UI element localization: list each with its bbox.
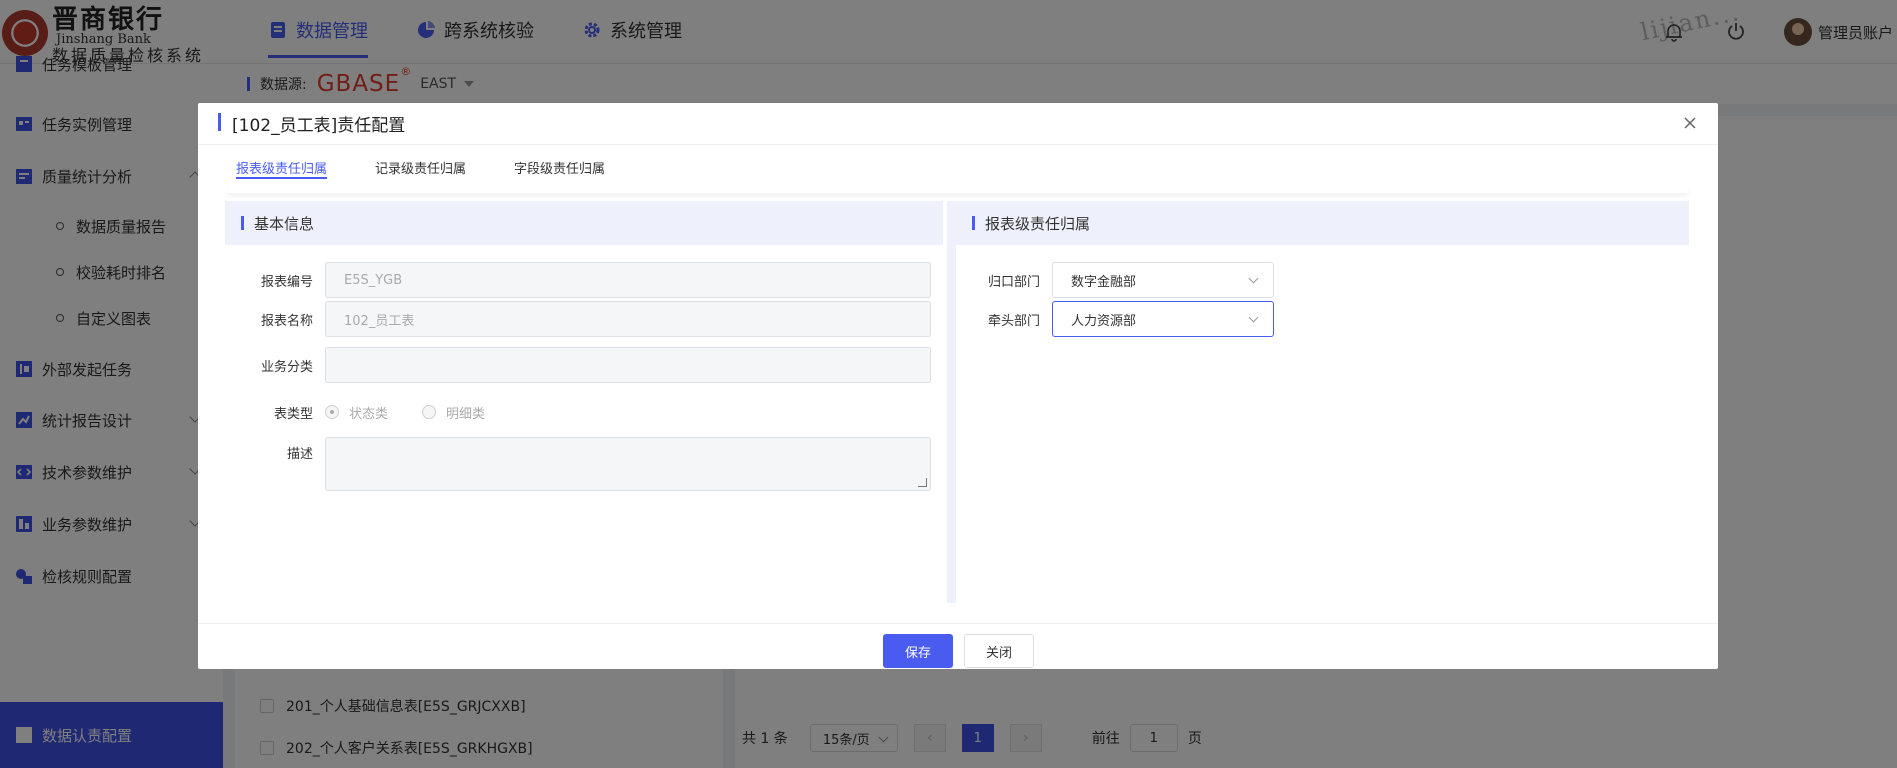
close-icon[interactable] [1682,115,1698,131]
field-label: 描述 [286,447,313,462]
tab-report-level[interactable]: 报表级责任归属 [236,145,328,189]
business-category-field[interactable] [325,347,931,383]
tabs-divider [228,187,1688,193]
field-label: 报表名称 [260,313,313,329]
close-button[interactable]: 关闭 [964,634,1034,668]
section-heading: 报表级责任归属 [956,201,1689,245]
form-row-category: 业务分类 [225,347,931,383]
form-row-description: 描述 [225,437,931,493]
report-code-field[interactable]: E5S_YGB [325,262,931,298]
chevron-down-icon [1248,312,1259,323]
section-title: 报表级责任归属 [985,214,1091,233]
radio-state-type[interactable]: 状态类 [325,403,388,422]
field-label: 归口部门 [987,274,1040,290]
section-marker [241,216,244,230]
responsibility-config-dialog: [102_员工表]责任配置 报表级责任归属 记录级责任归属 字段级责任归属 基本… [198,103,1718,669]
dialog-tabs: 报表级责任归属 记录级责任归属 字段级责任归属 [236,145,653,189]
tab-record-level[interactable]: 记录级责任归属 [375,145,466,189]
radio-detail-type[interactable]: 明细类 [422,403,485,422]
form-row-lead-dept: 牵头部门 人力资源部 [956,301,1274,337]
section-marker [218,113,221,131]
tab-field-level[interactable]: 字段级责任归属 [514,145,605,189]
select-value: 数字金融部 [1071,274,1137,290]
radio-label: 明细类 [446,406,486,422]
owning-dept-select[interactable]: 数字金融部 [1052,262,1274,298]
description-textarea[interactable] [325,437,931,491]
radio-dot [422,405,437,419]
field-label: 牵头部门 [987,313,1040,329]
select-value: 人力资源部 [1071,313,1137,329]
report-name-field[interactable]: 102_员工表 [325,301,931,337]
lead-dept-select[interactable]: 人力资源部 [1052,301,1274,337]
chevron-down-icon [1248,273,1259,284]
section-heading: 基本信息 [225,201,943,245]
dialog-footer: 保存 关闭 [198,623,1718,669]
radio-dot [325,405,339,419]
field-label: 报表编号 [260,274,313,290]
radio-label: 状态类 [349,406,389,422]
form-row-report-name: 报表名称 102_员工表 [225,301,931,337]
app-root: 晋商银行 Jinshang Bank 数据质量检核系统 数据管理 跨系统核验 系… [0,0,1897,768]
field-label: 表类型 [273,406,313,422]
pane-divider [947,201,956,603]
dialog-header: [102_员工表]责任配置 [198,103,1718,145]
save-button[interactable]: 保存 [883,634,953,668]
basic-info-panel: 基本信息 报表编号 E5S_YGB 报表名称 102_员工表 业务分类 表类型 … [225,201,943,603]
field-label: 业务分类 [260,359,313,375]
section-title: 基本信息 [254,214,315,233]
form-row-table-type: 表类型 状态类 明细类 [225,394,519,430]
dialog-title: [102_员工表]责任配置 [232,116,406,136]
form-row-owning-dept: 归口部门 数字金融部 [956,262,1274,298]
section-marker [972,216,975,230]
form-row-report-code: 报表编号 E5S_YGB [225,262,931,298]
report-ownership-panel: 报表级责任归属 归口部门 数字金融部 牵头部门 人力资源部 [956,201,1689,603]
